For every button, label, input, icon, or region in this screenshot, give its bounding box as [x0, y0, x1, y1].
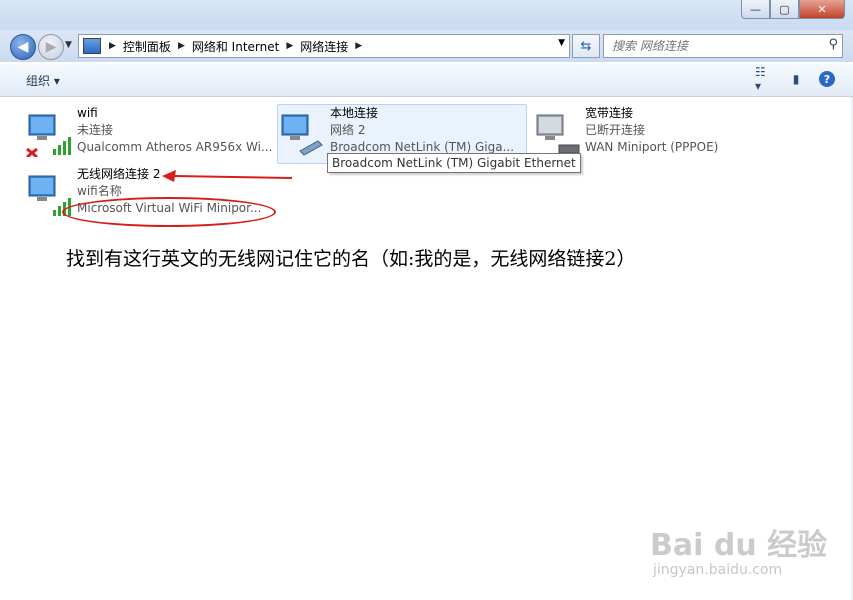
title-bar: — ▢ ✕	[0, 0, 853, 30]
organize-menu[interactable]: 组织 ▾	[26, 72, 60, 89]
maximize-button[interactable]: ▢	[770, 0, 799, 19]
address-dropdown-icon[interactable]: ▼	[558, 38, 565, 48]
control-panel-icon	[83, 38, 101, 54]
baidu-watermark-logo: Bai du 经验	[650, 528, 828, 563]
forward-button[interactable]: ▶	[38, 34, 64, 60]
connection-status: 已断开连接	[585, 123, 646, 137]
connection-text: 宽带连接 已断开连接 WAN Miniport (PPPOE)	[585, 105, 718, 156]
breadcrumb-separator-icon[interactable]: ▶	[178, 41, 185, 51]
explorer-window: — ▢ ✕ ◀ ▶ ▼ ▶ 控制面板 ▶ 网络和 Internet ▶ 网络连接…	[0, 0, 853, 600]
connection-wifi[interactable]: wifi 未连接 Qualcomm Atheros AR956x Wi...	[25, 105, 272, 163]
close-button[interactable]: ✕	[799, 0, 845, 19]
refresh-icon: ⇆	[580, 38, 592, 54]
breadcrumb-network-internet[interactable]: 网络和 Internet	[192, 38, 279, 55]
view-controls: ☷ ▾ ▮ ?	[755, 65, 835, 93]
minimize-button[interactable]: —	[741, 0, 770, 19]
back-button[interactable]: ◀	[10, 34, 36, 60]
connection-name: wifi	[77, 106, 98, 120]
change-view-icon[interactable]: ☷ ▾	[755, 65, 773, 93]
search-box[interactable]: ⚲	[603, 34, 843, 58]
connection-name: 本地连接	[330, 106, 379, 120]
annotation-highlight-oval	[62, 197, 276, 227]
wireless-adapter-icon	[26, 114, 71, 157]
breadcrumb-network-connections[interactable]: 网络连接	[300, 38, 348, 55]
refresh-button[interactable]: ⇆	[572, 34, 600, 58]
search-icon[interactable]: ⚲	[828, 37, 838, 52]
baidu-watermark-url: jingyan.baidu.com	[653, 562, 783, 578]
connection-device: WAN Miniport (PPPOE)	[585, 140, 719, 154]
connection-device: Qualcomm Atheros AR956x Wi...	[77, 140, 273, 154]
breadcrumb-control-panel[interactable]: 控制面板	[123, 38, 171, 55]
address-bar[interactable]: ▶ 控制面板 ▶ 网络和 Internet ▶ 网络连接 ▶ ▼	[78, 34, 570, 58]
breadcrumb-separator-icon[interactable]: ▶	[355, 41, 362, 51]
window-controls: — ▢ ✕	[741, 0, 845, 19]
connection-name: 宽带连接	[585, 106, 634, 120]
broadband-adapter-icon	[536, 114, 580, 154]
connection-text: wifi 未连接 Qualcomm Atheros AR956x Wi...	[77, 105, 272, 156]
connection-text: 本地连接 网络 2 Broadcom NetLink (TM) Giga...	[330, 105, 514, 156]
search-input[interactable]	[610, 38, 819, 54]
ethernet-adapter-icon	[281, 114, 323, 156]
command-bar: 组织 ▾ ☷ ▾ ▮ ?	[0, 64, 853, 97]
help-icon[interactable]: ?	[819, 71, 835, 87]
connection-status: 未连接	[77, 123, 114, 137]
forward-arrow-icon: ▶	[45, 39, 57, 55]
breadcrumb-separator-icon[interactable]: ▶	[109, 41, 116, 51]
breadcrumb-separator-icon[interactable]: ▶	[286, 41, 293, 51]
device-tooltip: Broadcom NetLink (TM) Gigabit Ethernet	[327, 153, 581, 173]
annotation-arrow-icon	[162, 170, 293, 182]
connection-status: 网络 2	[330, 123, 366, 137]
preview-pane-icon[interactable]: ▮	[787, 70, 805, 88]
annotation-text: 找到有这行英文的无线网记住它的名（如:我的是，无线网络链接2）	[66, 248, 636, 270]
back-arrow-icon: ◀	[17, 39, 29, 55]
recent-pages-dropdown[interactable]: ▼	[65, 40, 72, 50]
